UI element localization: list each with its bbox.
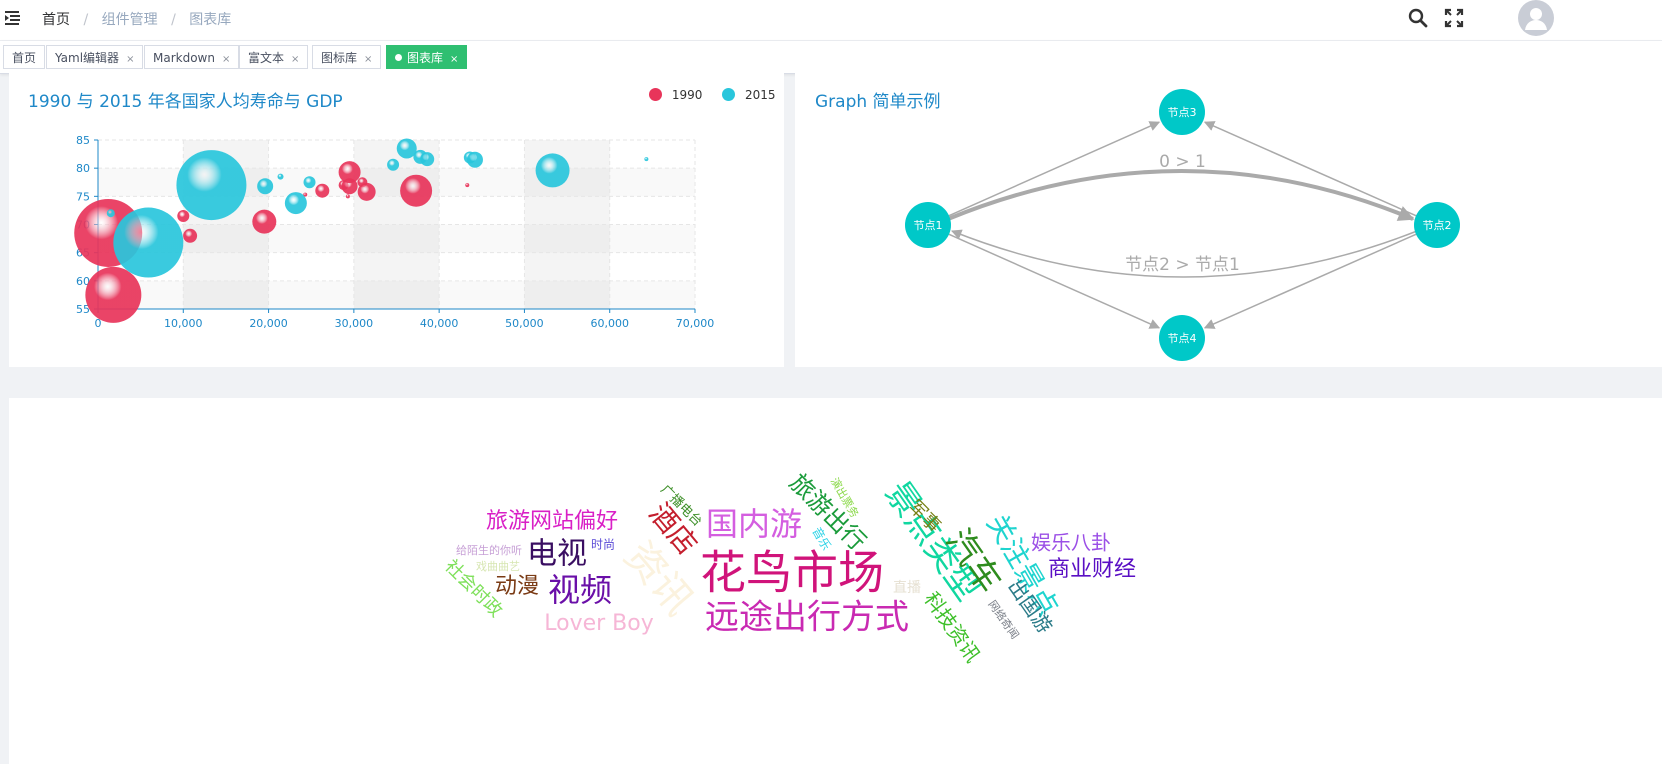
breadcrumb-current: 图表库 xyxy=(189,12,232,28)
tab-rich-text[interactable]: 富文本 × xyxy=(239,45,309,69)
bubble-1990 xyxy=(315,183,330,198)
grid-band xyxy=(98,281,695,309)
graph-node-label: 节点2 xyxy=(1423,219,1452,232)
wordcloud-word: 旅游网站偏好 xyxy=(486,509,618,534)
top-navbar: 首页 / 组件管理 / 图表库 xyxy=(0,0,1662,41)
breadcrumb-separator: / xyxy=(83,12,89,28)
wordcloud-word: Lover Boy xyxy=(544,611,654,636)
scatter-chart: 0 10,000 20,000 30,000 40,000 50,000 60,000 70,… xyxy=(74,134,715,330)
bubble-1990 xyxy=(338,161,361,184)
y-tick-label: 75 xyxy=(76,190,90,203)
close-icon[interactable]: × xyxy=(364,54,372,65)
wordcloud-word: 直播 xyxy=(893,579,921,596)
bubble-2015 xyxy=(644,157,649,162)
bubble-2015 xyxy=(303,176,316,189)
bubble-1990 xyxy=(252,209,277,234)
x-tick-label: 60,000 xyxy=(590,317,629,330)
breadcrumb-separator: / xyxy=(171,12,176,28)
wordcloud-word: 给陌生的你听 xyxy=(456,543,522,557)
bubble-1990 xyxy=(177,210,190,223)
bubble-1990 xyxy=(465,183,470,188)
graph-node-label: 节点3 xyxy=(1168,106,1197,119)
search-icon[interactable] xyxy=(1408,8,1428,28)
close-icon[interactable]: × xyxy=(222,54,230,65)
y-tick-label: 80 xyxy=(76,162,90,175)
wordcloud-word: 视频 xyxy=(548,571,612,609)
wordcloud-word: 戏曲曲艺 xyxy=(476,560,520,573)
tab-label: 首页 xyxy=(12,51,37,65)
bubble-2015 xyxy=(277,173,284,180)
x-tick-label: 20,000 xyxy=(249,317,288,330)
bubble-1990 xyxy=(357,182,376,201)
graph-edge xyxy=(938,225,1161,329)
graph-chart-panel: Graph 简单示例 0 > 1 节点2 > 节点1 节点1 节点2 节点3 节点4 xyxy=(795,73,1662,367)
wordcloud-word: 电视 xyxy=(527,537,587,572)
graph-node-label: 节点4 xyxy=(1168,332,1197,345)
wordcloud-chart: 花鸟市场远途出行方式国内游旅游网站偏好 酒店电视视频动漫Lover Boy资讯旅游… xyxy=(440,468,1136,666)
x-tick-label: 50,000 xyxy=(505,317,544,330)
active-dot-icon xyxy=(395,54,402,61)
bubble-1990 xyxy=(400,174,433,207)
tab-label: Markdown xyxy=(153,51,215,65)
wordcloud-word: 动漫 xyxy=(495,574,539,599)
wordcloud-word: 远途出行方式 xyxy=(705,598,909,638)
x-tick-label: 40,000 xyxy=(420,317,459,330)
bubble-1990 xyxy=(345,194,350,199)
menu-fold-icon[interactable] xyxy=(4,9,22,27)
bubble-2015 xyxy=(466,151,483,168)
breadcrumb-parent: 组件管理 xyxy=(101,12,158,28)
bubble-2015 xyxy=(176,150,247,221)
graph-edge-label: 节点2 > 节点1 xyxy=(1125,255,1240,275)
tab-chart-library[interactable]: 图表库 × xyxy=(386,45,468,69)
tab-icon-library[interactable]: 图标库 × xyxy=(312,45,382,69)
close-icon[interactable]: × xyxy=(126,54,134,65)
tab-label: 图表库 xyxy=(407,51,444,65)
breadcrumb-home[interactable]: 首页 xyxy=(42,9,70,29)
graph-edge xyxy=(938,121,1161,225)
y-tick-label: 85 xyxy=(76,134,90,147)
bubble-2015 xyxy=(257,178,274,195)
graph-edge xyxy=(1203,225,1427,329)
wordcloud-word: 时尚 xyxy=(591,538,615,552)
breadcrumb: 首页 / 组件管理 / 图表库 xyxy=(42,9,231,29)
tab-markdown[interactable]: Markdown × xyxy=(144,45,240,69)
bubble-1990 xyxy=(183,228,198,243)
x-tick-label: 70,000 xyxy=(676,317,715,330)
bubble-2015 xyxy=(106,209,115,218)
graph-node-label: 节点1 xyxy=(914,219,943,232)
bubble-1990 xyxy=(85,266,142,323)
bubble-2015 xyxy=(535,153,570,188)
close-icon[interactable]: × xyxy=(291,54,299,65)
tab-home[interactable]: 首页 xyxy=(3,45,46,69)
wordcloud-panel: 花鸟市场 远途出行方式 国内游 旅游网站偏好 酒店 电视 视频 动漫 Lover Boy 资讯 旅游… xyxy=(9,398,1662,764)
wordcloud-word: 商业财经 xyxy=(1048,557,1136,582)
graph-edge xyxy=(947,169,1415,221)
tab-label: 富文本 xyxy=(248,51,285,65)
tab-yaml-editor[interactable]: Yaml编辑器 × xyxy=(46,45,144,69)
wordcloud-word: 花鸟市场 xyxy=(700,546,884,600)
bubble-2015 xyxy=(387,158,400,171)
x-tick-label: 10,000 xyxy=(164,317,203,330)
graph-edge-label: 0 > 1 xyxy=(1159,152,1206,172)
tab-label: 图标库 xyxy=(321,51,358,65)
bubble-2015 xyxy=(284,192,307,215)
graph-edge xyxy=(1203,121,1427,225)
wordcloud-word: 娱乐八卦 xyxy=(1031,531,1111,555)
bubble-2015 xyxy=(420,152,435,167)
user-avatar-icon[interactable] xyxy=(1518,0,1554,36)
wordcloud-word: 国内游 xyxy=(706,505,802,543)
graph-chart: 0 > 1 节点2 > 节点1 节点1 节点2 节点3 节点4 xyxy=(905,89,1460,361)
tags-view-bar: 首页 Yaml编辑器 × Markdown × 富文本 × 图标库 × 图表库 × xyxy=(0,41,1662,74)
x-tick-label: 30,000 xyxy=(335,317,374,330)
close-icon[interactable]: × xyxy=(450,54,458,65)
fullscreen-icon[interactable] xyxy=(1444,8,1464,28)
scatter-chart-panel: 1990 与 2015 年各国家人均寿命与 GDP 1990 2015 0 10,… xyxy=(9,73,784,367)
tab-label: Yaml编辑器 xyxy=(55,51,120,65)
bubble-2015 xyxy=(113,207,184,278)
